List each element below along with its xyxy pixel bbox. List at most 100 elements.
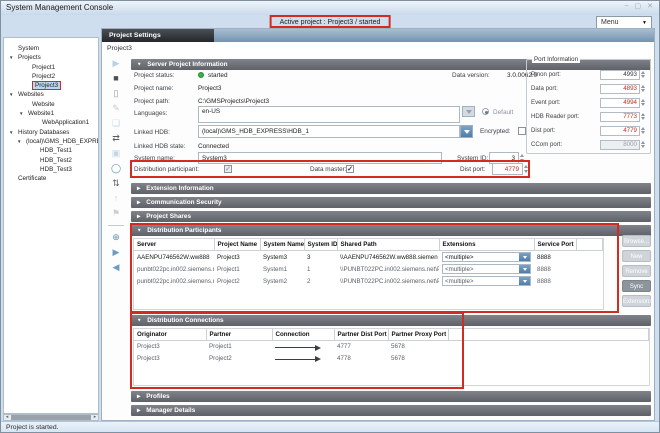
tree-item-webapplication1[interactable]: WebApplication1 bbox=[4, 118, 98, 127]
linked-hdb-dropdown-button[interactable] bbox=[460, 125, 473, 138]
languages-label: Languages: bbox=[134, 110, 167, 117]
column-header-partner[interactable]: Partner bbox=[206, 329, 272, 341]
languages-listbox[interactable]: en-US bbox=[198, 106, 460, 123]
section-header-profiles[interactable]: ▶ Profiles bbox=[131, 391, 651, 402]
section-header-extension-information[interactable]: ▶ Extension Information bbox=[131, 183, 651, 194]
dist-port-input[interactable]: 4779 bbox=[492, 163, 523, 175]
share-icon[interactable]: ⇅ bbox=[102, 176, 130, 191]
table-row[interactable]: Project3Project147775678 bbox=[134, 341, 649, 353]
table-row[interactable]: Project3Project247785678 bbox=[134, 353, 649, 365]
port-value-input[interactable]: 4994 bbox=[600, 98, 640, 108]
tree-expander-icon[interactable]: ▼ bbox=[9, 53, 13, 62]
tree-expander-icon[interactable]: ▼ bbox=[9, 90, 13, 99]
new-project-icon[interactable]: ▯ bbox=[102, 86, 130, 101]
encrypted-checkbox[interactable] bbox=[518, 127, 526, 135]
column-header-originator[interactable]: Originator bbox=[134, 329, 206, 341]
column-header-partner-proxy-port[interactable]: Partner Proxy Port bbox=[388, 329, 448, 341]
section-header-project-shares[interactable]: ▶ Project Shares bbox=[131, 211, 651, 222]
port-spinner[interactable] bbox=[641, 126, 648, 136]
flag-icon[interactable]: ⚑ bbox=[102, 206, 130, 221]
tab-project-settings[interactable]: Project Settings bbox=[102, 29, 214, 42]
section-header-distribution-connections[interactable]: ▼ Distribution Connections bbox=[131, 315, 651, 326]
dropdown-button[interactable] bbox=[519, 253, 530, 261]
port-spinner[interactable] bbox=[641, 112, 648, 122]
column-header-filler bbox=[448, 329, 649, 341]
dropdown-button[interactable] bbox=[519, 265, 530, 273]
minimize-icon[interactable]: – bbox=[625, 2, 629, 10]
tree-horizontal-scrollbar[interactable]: ◂ ▸ bbox=[3, 414, 99, 421]
column-header-service-port[interactable]: Service Port bbox=[534, 239, 576, 251]
port-spinner[interactable] bbox=[641, 98, 648, 108]
port-value-input[interactable]: 4779 bbox=[600, 126, 640, 136]
languages-dropdown-button[interactable] bbox=[462, 106, 475, 117]
start-project-icon[interactable]: ▶ bbox=[102, 56, 130, 71]
column-header-shared-path[interactable]: Shared Path bbox=[337, 239, 439, 251]
close-icon[interactable]: ✕ bbox=[647, 2, 653, 10]
sync-button[interactable]: Sync bbox=[622, 280, 651, 292]
port-value-input[interactable]: 4993 bbox=[600, 70, 640, 80]
column-header-system-name[interactable]: System Name bbox=[260, 239, 304, 251]
edit-icon[interactable]: ✎ bbox=[102, 101, 130, 116]
scroll-left-icon[interactable]: ◂ bbox=[4, 415, 10, 420]
port-value-input[interactable]: 4893 bbox=[600, 84, 640, 94]
default-radio[interactable] bbox=[482, 108, 489, 115]
table-row[interactable]: punbt022pc.in002.siemens.netProject1Syst… bbox=[134, 263, 603, 275]
scrollbar-thumb[interactable] bbox=[11, 415, 91, 420]
port-spinner[interactable] bbox=[641, 84, 648, 94]
column-header-connection[interactable]: Connection bbox=[272, 329, 334, 341]
tree-item-websites[interactable]: ▼Websites bbox=[4, 90, 98, 99]
dropdown-button[interactable] bbox=[519, 277, 530, 285]
run-icon[interactable]: ▶ bbox=[102, 245, 130, 260]
tree-item-project3[interactable]: Project3 bbox=[4, 81, 98, 90]
table-row[interactable]: punbt022pc.in002.siemens.netProject2Syst… bbox=[134, 275, 603, 287]
tree-item-website[interactable]: Website bbox=[4, 100, 98, 109]
upgrade-icon[interactable]: ↑ bbox=[102, 191, 130, 206]
scroll-right-icon[interactable]: ▸ bbox=[92, 415, 98, 420]
section-header-manager-details[interactable]: ▶ Manager Details bbox=[131, 405, 651, 416]
save-icon[interactable]: ▣ bbox=[102, 146, 130, 161]
project-subtab[interactable]: Project3 bbox=[102, 42, 654, 56]
tree-item-project1[interactable]: Project1 bbox=[4, 63, 98, 72]
feedback-icon[interactable]: ❏ bbox=[102, 116, 130, 131]
tree-item-website1[interactable]: ▼Website1 bbox=[4, 109, 98, 118]
tree-expander-icon[interactable]: ▼ bbox=[17, 137, 21, 146]
stop-circle-icon[interactable]: ◯ bbox=[102, 161, 130, 176]
stop-project-icon[interactable]: ■ bbox=[102, 71, 130, 86]
port-value-input[interactable]: 8000 bbox=[600, 140, 640, 150]
maximize-icon[interactable]: ▢ bbox=[635, 2, 642, 10]
back-icon[interactable]: ◀ bbox=[102, 260, 130, 275]
cell-service-port: 8888 bbox=[534, 263, 576, 275]
column-header-partner-dist-port[interactable]: Partner Dist Port bbox=[334, 329, 388, 341]
column-header-server[interactable]: Server bbox=[134, 239, 214, 251]
table-row[interactable]: AAENPU746562W.ww888Project3System33\\AAE… bbox=[134, 251, 603, 264]
tree-item-history-databases[interactable]: ▼History Databases bbox=[4, 128, 98, 137]
link-hdb-icon[interactable]: ⇄ bbox=[102, 131, 130, 146]
section-header-communication-security[interactable]: ▶ Communication Security bbox=[131, 197, 651, 208]
tree-expander-icon[interactable]: ▼ bbox=[9, 128, 13, 137]
extensions-dropdown[interactable]: <multiple> bbox=[442, 276, 531, 286]
port-value-input[interactable]: 7773 bbox=[600, 112, 640, 122]
tree-expander-icon[interactable]: ▼ bbox=[19, 109, 23, 118]
distribution-participant-checkbox[interactable]: ✓ bbox=[224, 165, 232, 173]
tree-item-projects[interactable]: ▼Projects bbox=[4, 53, 98, 62]
system-name-input[interactable]: System3 bbox=[198, 152, 442, 164]
port-spinner[interactable] bbox=[641, 70, 648, 80]
column-header-extensions[interactable]: Extensions bbox=[439, 239, 534, 251]
tree-item-hdb-test3[interactable]: HDB_Test3 bbox=[4, 165, 98, 174]
tree-item-hdb-test2[interactable]: HDB_Test2 bbox=[4, 156, 98, 165]
data-master-checkbox[interactable]: ✓ bbox=[346, 165, 354, 173]
add-icon[interactable]: ⊕ bbox=[102, 230, 130, 245]
linked-hdb-combo[interactable]: (local)\GMS_HDB_EXPRESS\HDB_1 bbox=[198, 125, 460, 138]
tree-item-local-gms-hdb-expres[interactable]: ▼(local)\GMS_HDB_EXPRES bbox=[4, 137, 98, 146]
section-header-distribution-participants[interactable]: ▼ Distribution Participants bbox=[131, 225, 651, 236]
tree-item-certificate[interactable]: Certificate bbox=[4, 174, 98, 183]
column-header-system-id[interactable]: System ID bbox=[304, 239, 337, 251]
dist-port-spinner[interactable] bbox=[524, 163, 531, 175]
tree-item-system[interactable]: System bbox=[4, 44, 98, 53]
port-spinner[interactable] bbox=[641, 140, 648, 150]
column-header-project-name[interactable]: Project Name bbox=[214, 239, 260, 251]
extensions-dropdown[interactable]: <multiple> bbox=[442, 252, 531, 262]
tree-item-project2[interactable]: Project2 bbox=[4, 72, 98, 81]
tree-item-hdb-test1[interactable]: HDB_Test1 bbox=[4, 146, 98, 155]
extensions-dropdown[interactable]: <multiple> bbox=[442, 264, 531, 274]
